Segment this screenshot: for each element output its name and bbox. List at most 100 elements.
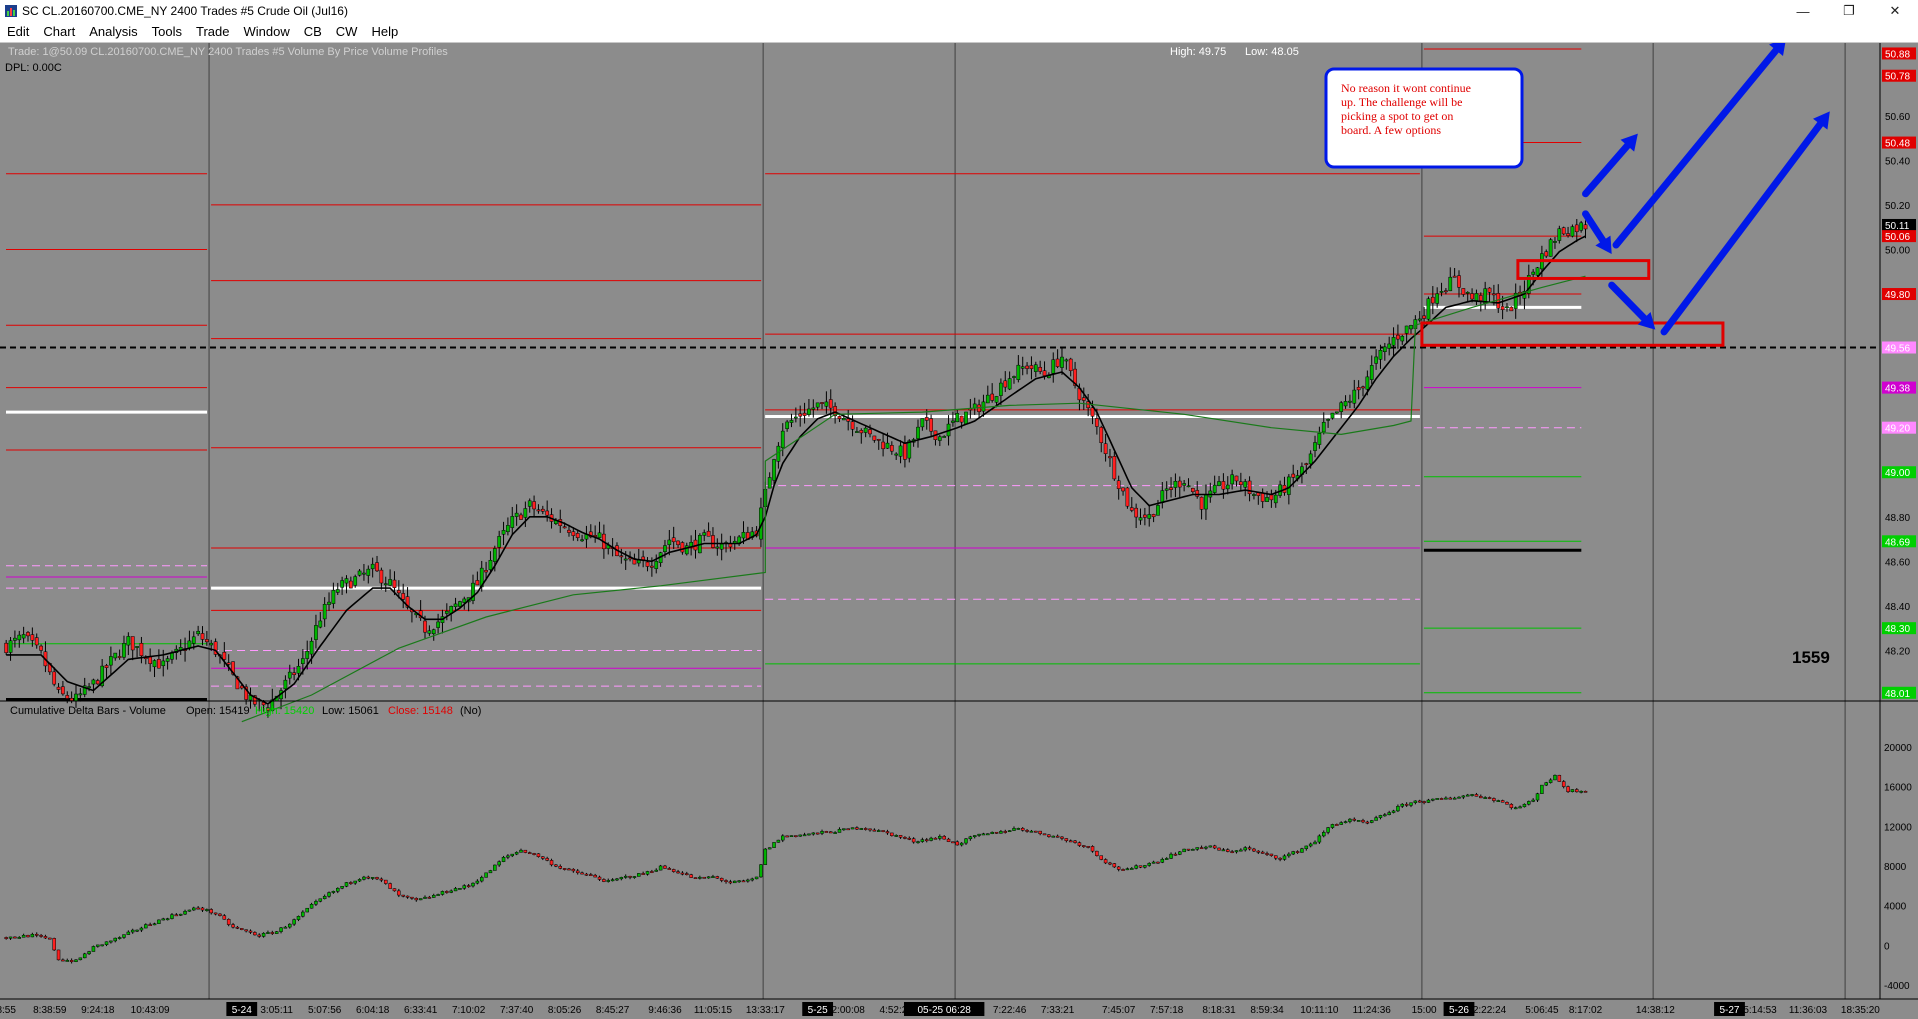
candle-body-6 <box>30 634 35 641</box>
delta-body-344 <box>1505 801 1509 805</box>
delta-body-28 <box>126 931 131 935</box>
candle-body-67 <box>296 666 301 674</box>
delta-body-174 <box>763 848 768 865</box>
candle-body-187 <box>820 402 824 404</box>
minimize-icon: — <box>1796 3 1810 19</box>
time-label-0: 8:55 <box>0 1005 16 1016</box>
candle-body-11 <box>52 671 57 685</box>
delta-body-187 <box>820 831 824 834</box>
delta-body-358 <box>1566 786 1570 793</box>
menu-cw[interactable]: CW <box>329 22 365 42</box>
delta-body-57 <box>253 932 257 936</box>
time-label-2: 9:24:18 <box>81 1005 115 1016</box>
delta-body-172 <box>754 876 759 880</box>
delta-body-169 <box>741 880 746 883</box>
time-label-32: 5:06:45 <box>1525 1005 1559 1016</box>
delta-body-82 <box>362 876 366 880</box>
delta-body-49 <box>218 913 222 916</box>
delta-body-195 <box>855 827 859 830</box>
delta-body-121 <box>532 853 536 855</box>
menu-help[interactable]: Help <box>364 22 405 42</box>
delta-body-91 <box>401 894 405 897</box>
delta-body-227 <box>994 831 999 834</box>
candle-body-176 <box>772 459 776 481</box>
candle-359 <box>1570 224 1575 238</box>
restore-button[interactable]: ❐ <box>1826 0 1872 22</box>
annotation-line-2: up. The challenge will be <box>1341 95 1462 109</box>
candle-body-207 <box>907 440 912 459</box>
delta-tick-5: 0 <box>1884 941 1890 952</box>
delta-body-230 <box>1007 830 1012 833</box>
menu-window[interactable]: Window <box>236 22 296 42</box>
time-label-26: 8:59:34 <box>1250 1005 1284 1016</box>
candle-body-119 <box>523 508 528 518</box>
candle-body-204 <box>894 453 899 456</box>
delta-body-2 <box>13 936 17 939</box>
candle-body-175 <box>767 477 772 489</box>
delta-flag: (No) <box>460 705 481 717</box>
menu-tools[interactable]: Tools <box>145 22 189 42</box>
delta-body-69 <box>305 907 309 913</box>
delta-body-236 <box>1034 830 1038 833</box>
candle-body-68 <box>301 658 305 664</box>
delta-body-209 <box>916 841 920 844</box>
delta-body-334 <box>1461 795 1466 798</box>
candle-body-280 <box>1225 484 1230 490</box>
candle-body-242 <box>1060 356 1064 368</box>
delta-tick-3: 8000 <box>1884 862 1907 873</box>
delta-body-47 <box>209 909 213 914</box>
candle-body-76 <box>335 589 340 593</box>
candle-body-202 <box>885 442 890 449</box>
delta-body-115 <box>506 855 510 858</box>
delta-bar-54 <box>240 928 244 931</box>
delta-tick-4: 4000 <box>1884 902 1907 913</box>
delta-body-288 <box>1260 851 1265 854</box>
menu-chart[interactable]: Chart <box>36 22 82 42</box>
candle-body-19 <box>87 686 91 689</box>
candle-body-266 <box>1164 488 1169 491</box>
delta-body-353 <box>1544 782 1548 786</box>
candle-body-85 <box>375 562 379 572</box>
price-tick-4: 50.40 <box>1885 156 1910 167</box>
delta-body-271 <box>1186 848 1191 851</box>
candle-body-118 <box>519 514 523 520</box>
delta-body-193 <box>846 828 850 831</box>
delta-body-338 <box>1479 796 1483 799</box>
candle-body-152 <box>667 539 672 545</box>
delta-tick-1: 16000 <box>1884 783 1912 794</box>
candle-body-332 <box>1452 275 1457 278</box>
candle-body-77 <box>340 580 344 588</box>
delta-body-9 <box>43 936 48 939</box>
candle-body-357 <box>1561 227 1566 235</box>
chart-canvas[interactable]: 50.8850.7850.6050.4850.4050.2050.1150.06… <box>0 43 1918 1019</box>
delta-bar-110 <box>484 872 488 878</box>
candle-body-275 <box>1204 494 1208 510</box>
delta-body-217 <box>951 841 955 844</box>
delta-body-124 <box>545 858 549 861</box>
delta-body-25 <box>113 937 118 942</box>
delta-body-59 <box>261 932 266 937</box>
delta-body-201 <box>881 830 885 832</box>
annotation-box[interactable]: No reason it wont continue up. The chall… <box>1324 67 1524 169</box>
delta-bar-5 <box>26 934 30 938</box>
menu-edit[interactable]: Edit <box>0 22 36 42</box>
close-button[interactable]: ✕ <box>1872 0 1918 22</box>
time-label-35: 5-27 <box>1719 1005 1739 1016</box>
delta-tick-0: 20000 <box>1884 743 1912 754</box>
delta-body-279 <box>1221 849 1226 852</box>
delta-body-239 <box>1047 834 1051 837</box>
candle-body-15 <box>69 698 74 701</box>
menu-analysis[interactable]: Analysis <box>82 22 144 42</box>
delta-body-126 <box>554 864 558 867</box>
price-tick-8: 50.00 <box>1885 245 1910 256</box>
menu-cb[interactable]: CB <box>297 22 329 42</box>
menu-trade[interactable]: Trade <box>189 22 236 42</box>
delta-body-168 <box>737 880 741 883</box>
delta-body-96 <box>423 896 427 899</box>
delta-body-265 <box>1160 859 1165 863</box>
delta-body-315 <box>1378 815 1383 818</box>
candle-body-128 <box>562 526 567 529</box>
minimize-button[interactable]: — <box>1780 0 1826 22</box>
candle-body-249 <box>1090 407 1095 417</box>
candle-body-265 <box>1160 490 1165 503</box>
